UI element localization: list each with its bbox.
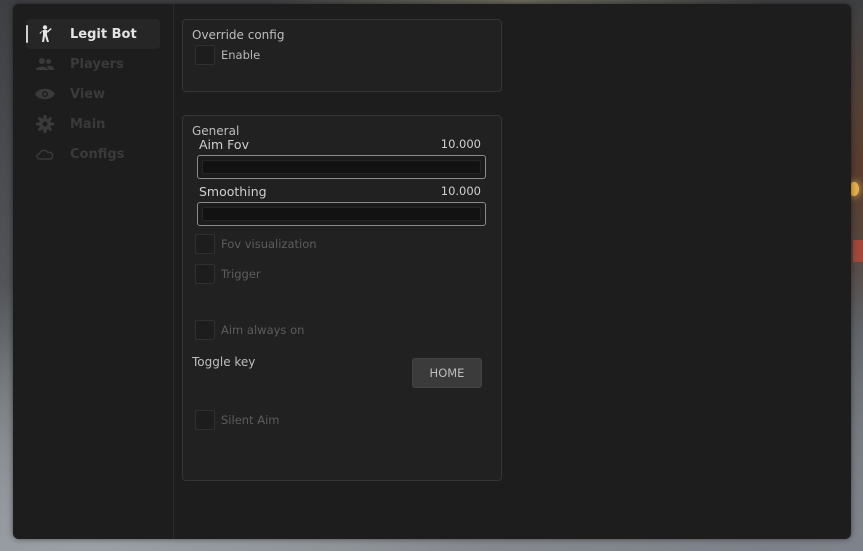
trigger-label: Trigger: [221, 267, 261, 281]
aim-fov-value: 10.000: [440, 137, 481, 151]
panel-title: Override config: [192, 28, 285, 42]
smoothing-label: Smoothing: [199, 184, 267, 199]
gear-icon: [35, 115, 55, 133]
background-red-light: [853, 240, 863, 262]
silent-aim-checkbox[interactable]: [195, 410, 215, 430]
panel-title: General: [192, 124, 240, 138]
toggle-key-label: Toggle key: [192, 355, 256, 369]
override-config-panel: Override config Enable: [182, 19, 502, 92]
aim-always-on-label: Aim always on: [221, 323, 305, 337]
sidebar-item-view[interactable]: View: [26, 79, 160, 109]
cloud-icon: [35, 145, 55, 163]
trigger-row[interactable]: Trigger: [195, 264, 261, 284]
users-icon: [35, 55, 55, 73]
aim-always-on-row[interactable]: Aim always on: [195, 320, 304, 340]
enable-label: Enable: [221, 48, 261, 62]
aim-fov-slider[interactable]: [197, 155, 486, 179]
settings-window: Legit Bot Players View Main Configs Over…: [13, 4, 851, 539]
sidebar-item-label: Legit Bot: [70, 26, 137, 42]
sidebar: Legit Bot Players View Main Configs: [13, 4, 174, 539]
aim-fov-slider-track: [202, 160, 481, 174]
aim-fov-label: Aim Fov: [199, 137, 249, 152]
smoothing-value: 10.000: [440, 184, 481, 198]
sidebar-item-label: Configs: [70, 146, 125, 162]
fov-visualization-row[interactable]: Fov visualization: [195, 234, 317, 254]
enable-checkbox[interactable]: [195, 45, 215, 65]
smoothing-slider[interactable]: [197, 202, 486, 226]
sidebar-item-main[interactable]: Main: [26, 109, 160, 139]
eye-icon: [35, 85, 55, 103]
silent-aim-row[interactable]: Silent Aim: [195, 410, 279, 430]
main-content: Override config Enable General Aim Fov 1…: [174, 4, 851, 539]
fov-visualization-checkbox[interactable]: [195, 234, 215, 254]
trigger-checkbox[interactable]: [195, 264, 215, 284]
toggle-key-button[interactable]: HOME: [412, 358, 482, 388]
smoothing-slider-track: [202, 207, 481, 221]
sidebar-item-label: Players: [70, 56, 124, 72]
sidebar-item-label: View: [70, 86, 106, 102]
sidebar-item-configs[interactable]: Configs: [26, 139, 160, 169]
general-panel: General Aim Fov 10.000 Smoothing 10.000 …: [182, 115, 502, 481]
aim-always-on-checkbox[interactable]: [195, 320, 215, 340]
sidebar-item-label: Main: [70, 116, 106, 132]
silent-aim-label: Silent Aim: [221, 413, 280, 427]
fov-visualization-label: Fov visualization: [221, 237, 317, 251]
enable-checkbox-row[interactable]: Enable: [195, 45, 260, 65]
sidebar-item-legit-bot[interactable]: Legit Bot: [26, 19, 160, 49]
person-icon: [35, 25, 55, 43]
sidebar-item-players[interactable]: Players: [26, 49, 160, 79]
